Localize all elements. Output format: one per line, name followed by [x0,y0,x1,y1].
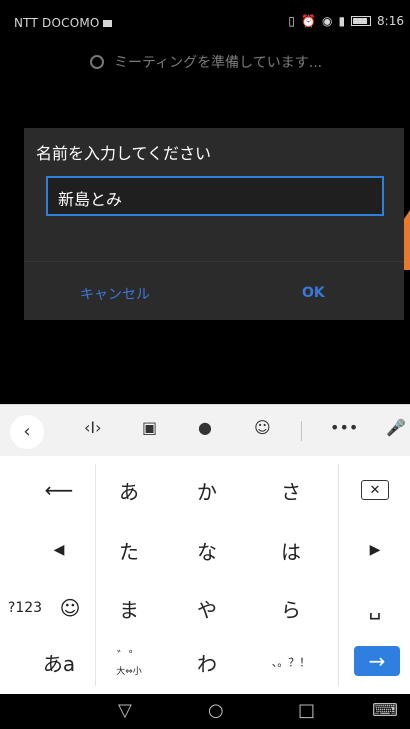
enter-key[interactable]: → [354,646,400,676]
battery-icon [351,16,372,26]
dialog-title: 名前を入力してください [36,144,212,163]
name-input-value: 新島とみ [58,190,123,209]
alarm-icon: ⏰ [301,14,316,28]
emoji-key[interactable]: ☺ [50,584,90,632]
key-ta[interactable]: た [94,526,164,574]
clipboard-icon[interactable]: ▣ [142,418,157,437]
recents-square-icon[interactable]: □ [298,700,315,721]
name-input[interactable]: 新島とみ [46,176,384,216]
backspace-icon: ✕ [361,480,389,500]
clock: 8:16 [377,14,404,28]
key-a[interactable]: あ [94,466,164,514]
name-dialog: 名前を入力してください 新島とみ キャンセル OK [24,128,404,320]
punctuation-key[interactable]: 、。？！ [256,638,326,686]
keyboard: ⟵ あ か さ ✕ ◀ た な は ▶ ?123 ☺ ま や ら ␣ あa ゛゜… [0,456,410,694]
cursor-move-icon[interactable]: ‹I› [84,418,102,437]
sticker-icon[interactable]: ☺ [254,418,271,437]
dakuten-sub-label: 大⇔小 [116,667,142,677]
undo-arrow-key[interactable]: ⟵ [24,466,94,514]
space-key[interactable]: ␣ [340,584,410,632]
signal-icon: ▮ [338,14,346,28]
key-ha[interactable]: は [256,526,326,574]
screen: NTT DOCOMO ▯ ⏰ ◉ ▮ 8:16 ミーティングを準備しています..… [0,0,410,729]
keyboard-toggle-icon[interactable]: ⌨ [372,700,398,721]
status-bar: NTT DOCOMO ▯ ⏰ ◉ ▮ 8:16 [0,0,410,40]
key-ka[interactable]: か [172,466,242,514]
numeric-mode-key[interactable]: ?123 [0,584,50,632]
key-ma[interactable]: ま [94,584,164,632]
key-na[interactable]: な [172,526,242,574]
status-icons: ▯ ⏰ ◉ ▮ 8:16 [288,14,404,28]
toolbar-separator [301,421,302,441]
backspace-key[interactable]: ✕ [340,466,410,514]
dakuten-key[interactable]: ゛゜ 大⇔小 [94,638,164,686]
keyboard-divider [338,464,339,686]
cursor-left-key[interactable]: ◀ [24,526,94,574]
kana-mode-key[interactable]: あa [24,638,94,686]
microphone-icon[interactable]: 🎤 [386,418,406,437]
preparing-text: ミーティングを準備しています... [114,55,323,71]
carrier-name: NTT DOCOMO [14,16,100,30]
ok-button[interactable]: OK [302,285,325,301]
dakuten-label: ゛゜ [116,649,141,663]
loading-spinner-icon [90,55,104,69]
vibrate-icon: ▯ [288,14,295,28]
carrier-label: NTT DOCOMO [14,16,112,30]
more-icon[interactable]: ••• [330,418,358,437]
key-sa[interactable]: さ [256,466,326,514]
key-ya[interactable]: や [172,584,242,632]
wifi-icon: ◉ [321,14,333,28]
home-circle-icon[interactable]: ○ [208,700,224,721]
keyboard-toolbar: ‹ ‹I› ▣ ● ☺ ••• 🎤 [0,404,410,456]
preparing-status: ミーティングを準備しています... [90,52,322,72]
chevron-left-icon[interactable]: ‹ [10,415,44,449]
key-wa[interactable]: わ [172,638,242,686]
navigation-bar: ▽ ○ □ ⌨ [0,694,410,729]
palette-icon[interactable]: ● [198,418,212,437]
cancel-button[interactable]: キャンセル [80,284,150,304]
sim-icon [102,20,112,27]
cursor-right-key[interactable]: ▶ [340,526,410,574]
key-ra[interactable]: ら [256,584,326,632]
dialog-divider [24,261,404,262]
back-triangle-icon[interactable]: ▽ [118,700,132,721]
